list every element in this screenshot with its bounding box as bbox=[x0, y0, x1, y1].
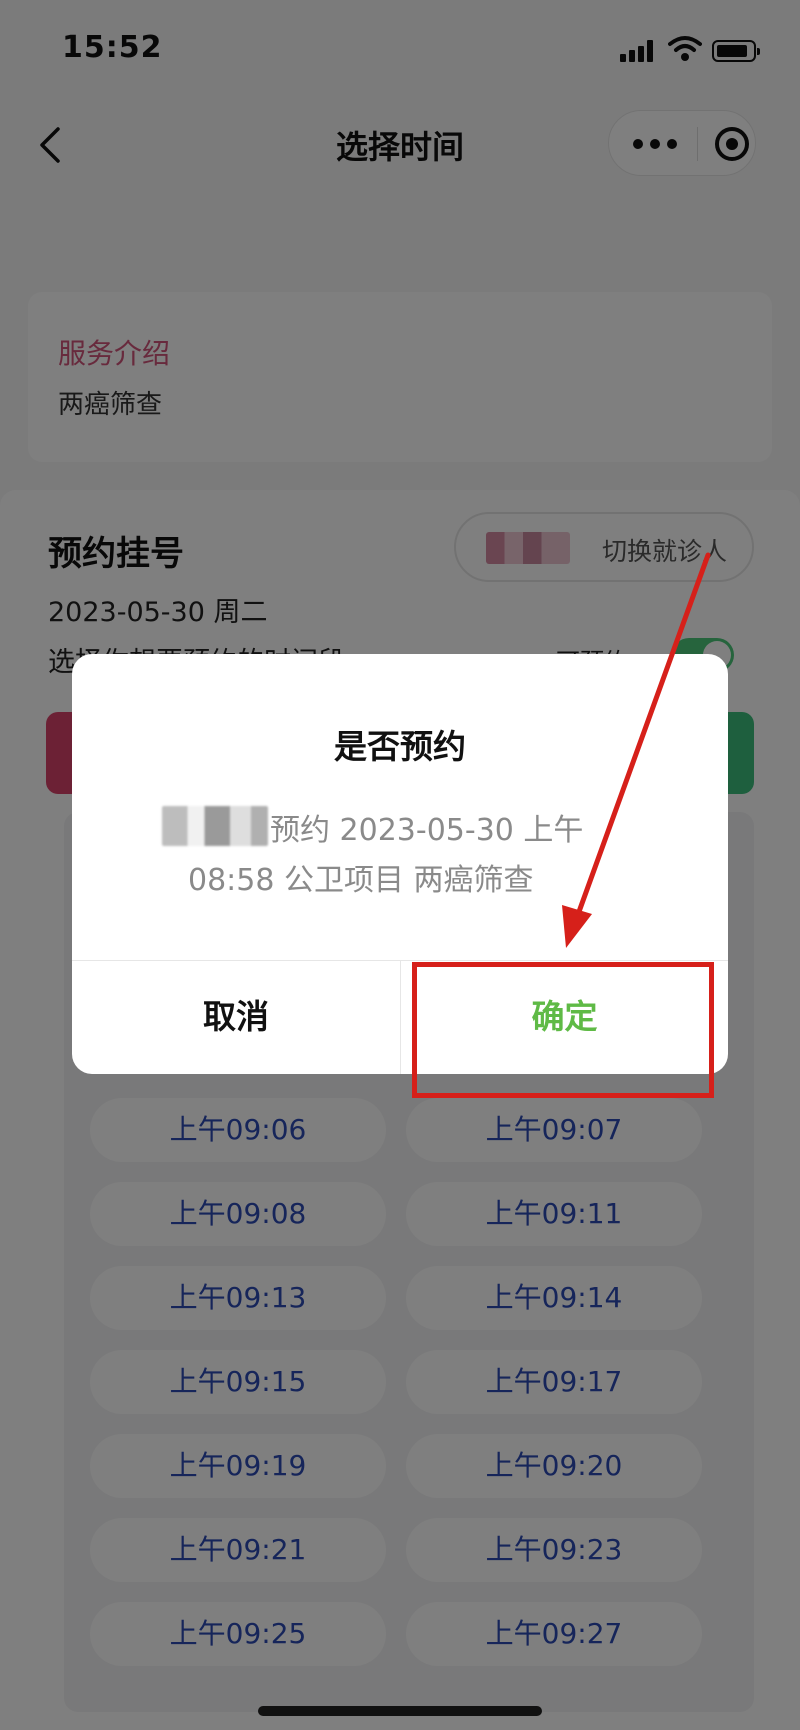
patient-name-blurred bbox=[162, 806, 268, 846]
dialog-message-line1: 预约 2023-05-30 上午 bbox=[270, 813, 584, 848]
annotation-highlight-box bbox=[412, 962, 714, 1098]
dialog-message: 预约 2023-05-30 上午 08:58 公卫项目 两癌筛查 bbox=[162, 806, 702, 906]
dialog-title: 是否预约 bbox=[334, 727, 466, 766]
cancel-button[interactable]: 取消 bbox=[72, 960, 400, 1074]
dialog-message-line2: 08:58 公卫项目 两癌筛查 bbox=[188, 863, 534, 898]
home-indicator bbox=[258, 1706, 542, 1716]
